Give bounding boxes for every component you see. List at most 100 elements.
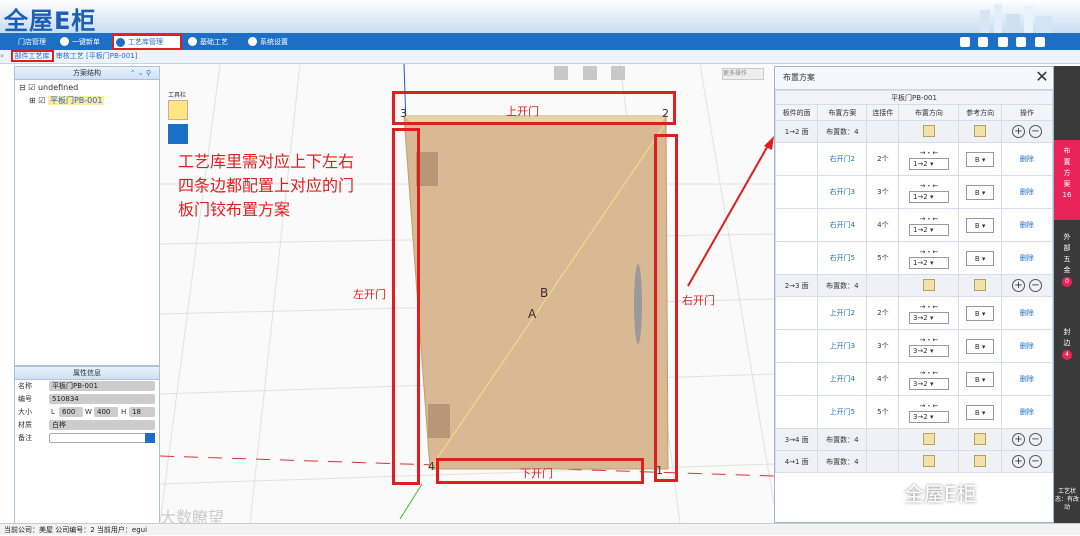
panel-title: 布置方案 [775,67,1053,90]
reference-select[interactable]: B ▾ [966,184,995,200]
nav-new-order[interactable]: 一键新单 [58,35,110,49]
length-field[interactable]: 600 [59,407,83,417]
edit-icon[interactable] [922,432,935,445]
plan-link[interactable]: 右开门2 [830,155,855,163]
remove-icon[interactable]: − [1028,433,1042,446]
window-icon[interactable] [1035,37,1045,47]
edit-icon[interactable] [922,124,935,137]
user-icon[interactable] [998,37,1008,47]
add-icon[interactable]: + [1011,125,1025,138]
app-logo: 全屋E柜 [4,7,97,35]
direction-select[interactable]: 3→2 ▾ [908,312,949,324]
edit-icon[interactable] [974,432,987,445]
connector-count: 5个 [866,241,900,275]
plan-group-row[interactable]: 1→2 面 布置数：4 + − [774,120,1054,143]
plan-group-row[interactable]: 4→1 面 布置数：4 + − [774,450,1054,473]
reference-select[interactable]: B ▾ [966,305,995,321]
face-label[interactable]: 4→1 面 [774,450,819,473]
settings-icon [248,37,257,46]
side-tab-plan[interactable]: 布置方案 16 [1054,140,1080,220]
delete-link[interactable]: 删除 [1020,155,1034,163]
plan-link[interactable]: 右开门3 [830,188,855,196]
face-label[interactable]: 2→3 面 [774,274,819,297]
code-field[interactable]: 510834 [49,394,155,404]
plan-link[interactable]: 上开门4 [830,375,855,383]
plan-table: 平板门PB-001 板件的面 布置方案 连接件 布置方向 参考方向 操作 1→2… [774,90,1054,473]
direction-select[interactable]: 1→2 ▾ [908,191,949,203]
remove-icon[interactable]: − [1028,125,1042,138]
direction-select[interactable]: 1→2 ▾ [908,158,949,170]
width-field[interactable]: 400 [94,407,118,417]
face-label[interactable]: 1→2 面 [774,120,819,143]
plan-row: 右开门5 5个 →・← 1→2 ▾ B ▾ 删除 [774,241,1054,275]
nav-store[interactable]: 门店管理 [4,35,56,49]
nav-system-settings[interactable]: 系统设置 [246,35,302,49]
direction-select[interactable]: 1→2 ▾ [908,257,949,269]
add-icon[interactable]: + [1011,433,1025,446]
reference-select[interactable]: B ▾ [966,338,995,354]
delete-link[interactable]: 删除 [1020,221,1034,229]
plan-row: 上开门5 5个 →・← 3→2 ▾ B ▾ 删除 [774,395,1054,429]
reference-select[interactable]: B ▾ [966,371,995,387]
plan-row: 右开门3 3个 →・← 1→2 ▾ B ▾ 删除 [774,175,1054,209]
name-field[interactable]: 平板门PB-001 [49,381,155,391]
tree-child[interactable]: ⊞ ☑ 平板门PB-001 [29,95,105,106]
expand-icon[interactable]: ⌃ ⌄ ⚲ [130,67,151,79]
plan-link[interactable]: 上开门5 [830,408,855,416]
direction-arrows-icon: →・← [919,215,939,223]
edit-icon[interactable] [922,454,935,467]
delete-link[interactable]: 删除 [1020,188,1034,196]
delete-link[interactable]: 删除 [1020,254,1034,262]
breadcrumb-process-library[interactable]: 部件工艺库 [10,50,54,62]
plan-row: 上开门2 2个 →・← 3→2 ▾ B ▾ 删除 [774,296,1054,330]
direction-select[interactable]: 3→2 ▾ [908,345,949,357]
direction-select[interactable]: 3→2 ▾ [908,411,949,423]
code-label: 编号 [18,395,32,403]
plan-row: 右开门2 2个 →・← 1→2 ▾ B ▾ 删除 [774,142,1054,176]
delete-link[interactable]: 删除 [1020,375,1034,383]
edit-icon[interactable] [974,278,987,291]
reference-select[interactable]: B ▾ [966,404,995,420]
col-header: 操作 [1000,104,1054,121]
face-label[interactable]: 3→4 面 [774,428,819,451]
close-icon[interactable]: ✕ [1034,69,1050,86]
edit-icon[interactable] [974,124,987,137]
remove-icon[interactable]: − [1028,279,1042,292]
direction-select[interactable]: 1→2 ▾ [908,224,949,236]
reference-select[interactable]: B ▾ [966,250,995,266]
plan-group-row[interactable]: 2→3 面 布置数：4 + − [774,274,1054,297]
delete-link[interactable]: 删除 [1020,342,1034,350]
calendar-icon[interactable] [978,37,988,47]
reference-select[interactable]: B ▾ [966,217,995,233]
col-header: 布置方向 [898,104,960,121]
delete-link[interactable]: 删除 [1020,408,1034,416]
plan-link[interactable]: 右开门4 [830,221,855,229]
reference-select[interactable]: B ▾ [966,151,995,167]
save-icon[interactable] [145,433,155,443]
edit-icon[interactable] [922,278,935,291]
breadcrumb-review[interactable]: 审核工艺 [平板门PB-001] [56,52,138,60]
direction-arrows-icon: →・← [919,149,939,157]
plan-group-row[interactable]: 3→4 面 布置数：4 + − [774,428,1054,451]
plan-link[interactable]: 上开门3 [830,342,855,350]
count-label: 布置数：4 [817,274,868,297]
side-tab-edge[interactable]: 封边 4 [1054,321,1080,371]
remove-icon[interactable]: − [1028,455,1042,468]
nav-process-library[interactable]: 工艺库管理 [112,34,182,50]
tree-root[interactable]: ⊟ ☑ undefined [19,83,78,92]
nav-basic-process[interactable]: 基础工艺 [186,35,242,49]
note-input[interactable] [49,433,153,443]
delete-link[interactable]: 删除 [1020,309,1034,317]
height-field[interactable]: 18 [129,407,155,417]
add-icon[interactable]: + [1011,279,1025,292]
3d-viewport[interactable]: 更多操作 工具栏 工艺库里需对应上下左右 四条边都配置上对应的门 板门铰布置方案… [160,64,774,523]
plan-link[interactable]: 上开门2 [830,309,855,317]
direction-select[interactable]: 3→2 ▾ [908,378,949,390]
image-icon[interactable] [960,37,970,47]
plan-link[interactable]: 右开门5 [830,254,855,262]
gear-icon[interactable] [1016,37,1026,47]
material-field[interactable]: 白桦 [49,420,155,430]
side-tab-hardware[interactable]: 外部五金 0 [1054,226,1080,316]
edit-icon[interactable] [974,454,987,467]
add-icon[interactable]: + [1011,455,1025,468]
